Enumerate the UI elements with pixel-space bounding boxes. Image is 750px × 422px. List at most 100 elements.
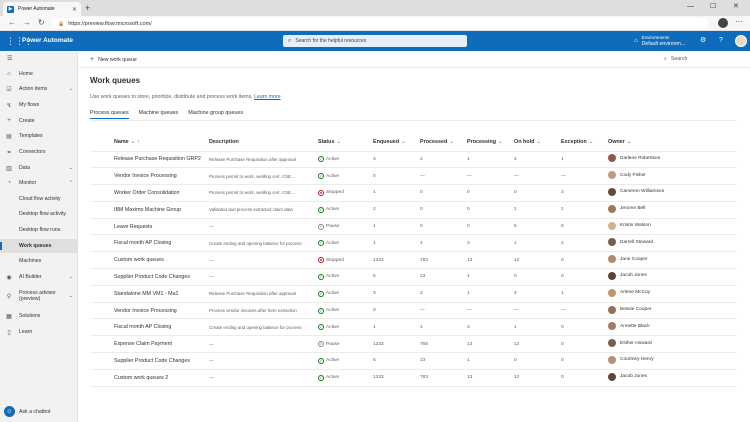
ask-chatbot-button[interactable]: ☺ Ask a chatbot — [4, 406, 50, 417]
column-header-exception[interactable]: Exception ⌄ — [561, 134, 608, 152]
column-header-name[interactable]: Name ⌄ ↑ — [90, 134, 209, 152]
queue-name[interactable]: Supplier Product Code Changes — [90, 352, 209, 370]
queue-owner: Courtney Henry — [608, 352, 737, 370]
column-header-processing[interactable]: Processing ⌄ — [467, 134, 514, 152]
table-row[interactable]: Vendor Invoice Processing Process vendor … — [90, 302, 737, 320]
queue-name[interactable]: Vendor Invoice Processing — [90, 302, 209, 320]
sidebar-item-desktop-flow-activity[interactable]: Desktop flow activity — [0, 207, 78, 221]
table-row[interactable]: Vendor Invoice Processing Process permit … — [90, 167, 737, 186]
sidebar-item-connectors[interactable]: ⚭ Connectors — [0, 145, 78, 159]
column-header-description[interactable]: Description — [209, 134, 318, 152]
close-tab-icon[interactable]: ✕ — [72, 6, 77, 13]
table-row[interactable]: Custom work queues — ● Stopped 1333 783 13 12 0 J… — [90, 251, 737, 270]
browser-profile-avatar[interactable] — [718, 18, 728, 28]
environment-picker[interactable]: ⌂ Environments Default environm... — [634, 35, 685, 47]
table-row[interactable]: Standalone MM VM1 - Ma1 Release Purchase … — [90, 285, 737, 303]
status-text: Stopped — [326, 257, 344, 263]
browser-more-icon[interactable]: ⋯ — [735, 17, 743, 26]
table-row[interactable]: Fiscal month AP Closing Create ending and… — [90, 234, 737, 253]
sidebar-item-desktop-flow-runs[interactable]: Desktop flow runs — [0, 223, 78, 237]
queue-name[interactable]: IBM Maximo Machine Group — [90, 201, 209, 219]
queue-name[interactable]: Fiscal month AP Closing — [90, 234, 209, 253]
queue-name[interactable]: Custom work queues — [90, 251, 209, 270]
table-row[interactable]: Leave Requests — ‖ Pause 1 0 0 5 8 Kristin Watson — [90, 218, 737, 236]
hamburger-menu-icon[interactable]: ☰ — [7, 55, 12, 62]
queue-name[interactable]: Supplier Product Code Changes — [90, 268, 209, 286]
global-search-input[interactable]: ⌕ Search for the helpful resources — [283, 35, 467, 47]
sidebar-item-learn[interactable]: ▯ Learn — [0, 325, 78, 339]
list-search-box[interactable]: ⌕ Search — [664, 56, 687, 63]
refresh-icon[interactable]: ↻ — [38, 18, 45, 28]
database-icon: ▥ — [6, 165, 12, 172]
on-hold-count: — — [514, 302, 561, 320]
back-icon[interactable]: ← — [8, 18, 16, 28]
settings-gear-icon[interactable]: ⚙ — [700, 37, 706, 45]
enqueued-count: 0 — [373, 302, 420, 320]
search-icon: ⌕ — [288, 37, 292, 44]
status-text: Pause — [326, 224, 340, 230]
sidebar-item-home[interactable]: ⌂ Home — [0, 67, 78, 81]
sidebar-item-machines[interactable]: Machines — [0, 254, 78, 268]
checkmark-circle-icon: ✓ — [318, 307, 324, 314]
sidebar-item-my-flows[interactable]: ↯ My flows — [0, 98, 78, 112]
browser-tab[interactable]: ▶ Power Automate ✕ — [3, 2, 81, 16]
queue-name[interactable]: Release Purchase Requisition GRP2 — [90, 151, 209, 169]
owner-avatar — [608, 221, 616, 230]
sidebar-item-templates[interactable]: ▤ Templates — [0, 129, 78, 143]
new-work-queue-button[interactable]: + New work queue — [90, 56, 137, 63]
table-row[interactable]: Fiscal month AP Closing Create ending and… — [90, 318, 737, 337]
tab-process-queues[interactable]: Process queues — [90, 110, 129, 119]
sidebar-item-monitor[interactable]: ◔ Monitor ⌃ — [0, 176, 78, 190]
tab-machine-group-queues[interactable]: Machine group queues — [188, 110, 243, 119]
sidebar-item-action-items[interactable]: ☑ Action items ⌄ — [0, 82, 78, 96]
queue-name[interactable]: Vendor Invoice Processing — [90, 167, 209, 186]
queue-owner: Cody Fisher — [608, 167, 737, 186]
table-row[interactable]: Supplier Product Code Changes — ✓ Active 5 23… — [90, 268, 737, 286]
queue-status: ✓ Active — [318, 201, 373, 219]
sidebar-item-label: Machines — [19, 258, 42, 264]
column-header-enqueued[interactable]: Enqueued ⌄ — [373, 134, 420, 152]
learn-more-link[interactable]: Learn more — [254, 94, 281, 100]
queue-name[interactable]: Expense Claim Payment — [90, 335, 209, 354]
close-window-icon[interactable]: ✕ — [733, 3, 739, 11]
maximize-window-icon[interactable]: ☐ — [710, 3, 716, 11]
processing-count: 1 — [467, 268, 514, 286]
column-header-status[interactable]: Status ⌄ — [318, 134, 373, 152]
on-hold-count: 0 — [514, 184, 561, 202]
tab-machine-queues[interactable]: Machine queues — [139, 110, 179, 119]
column-header-on-hold[interactable]: On hold ⌄ — [514, 134, 561, 152]
queue-name[interactable]: Fiscal month AP Closing — [90, 318, 209, 337]
queue-name[interactable]: Standalone MM VM1 - Ma1 — [90, 285, 209, 303]
table-row[interactable]: Worker Order Consolidation Process permit… — [90, 184, 737, 202]
user-avatar[interactable] — [735, 35, 747, 47]
owner-avatar — [608, 271, 616, 280]
processed-count: 2 — [420, 285, 467, 303]
sidebar-item-cloud-flow-activity[interactable]: Cloud flow activity — [0, 192, 78, 206]
minimize-window-icon[interactable]: — — [687, 3, 694, 11]
queue-name[interactable]: Leave Requests — [90, 218, 209, 236]
sidebar-item-create[interactable]: + Create — [0, 114, 78, 128]
sidebar-item-solutions[interactable]: ▦ Solutions — [0, 309, 78, 323]
table-row[interactable]: Expense Claim Payment — ‖ Pause 1333 765 13 12 0… — [90, 335, 737, 354]
queue-status: ✓ Active — [318, 369, 373, 387]
column-header-processed[interactable]: Processed ⌄ — [420, 134, 467, 152]
sidebar-item-ai-builder[interactable]: ◉ AI Builder ⌄ — [0, 270, 78, 284]
processed-count: 0 — [420, 218, 467, 236]
queue-name[interactable]: Worker Order Consolidation — [90, 184, 209, 202]
help-icon[interactable]: ? — [719, 37, 723, 45]
forward-icon[interactable]: → — [23, 18, 31, 28]
sidebar-item-process-advisor-preview[interactable]: ⚲ Process advisor (preview) ⌄ — [0, 287, 78, 305]
exception-count: 1 — [561, 285, 608, 303]
queue-status: ✓ Active — [318, 318, 373, 337]
new-work-queue-label: New work queue — [98, 56, 137, 63]
table-row[interactable]: Supplier Product Code Changes — ✓ Active 5 23… — [90, 352, 737, 370]
url-field[interactable]: 🔒 https://preview.flow.microsoft.com/ — [52, 18, 708, 29]
sidebar-item-work-queues[interactable]: Work queues — [0, 239, 78, 253]
new-tab-icon[interactable]: + — [85, 3, 90, 13]
sidebar-item-data[interactable]: ▥ Data ⌄ — [0, 161, 78, 175]
table-row[interactable]: Custom work queues 2— ✓ Active 1333 783 13 12 0… — [90, 369, 737, 387]
table-row[interactable]: Release Purchase Requisition GRP2 Release… — [90, 151, 737, 169]
table-row[interactable]: IBM Maximo Machine Group Validated and pr… — [90, 201, 737, 219]
queue-name[interactable]: Custom work queues 2 — [90, 369, 209, 387]
column-header-owner[interactable]: Owner ⌄ — [608, 134, 737, 152]
